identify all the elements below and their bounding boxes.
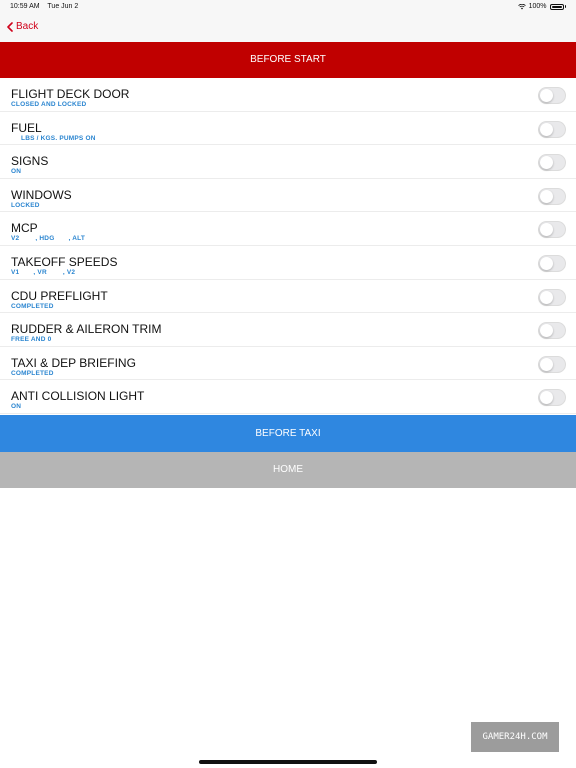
back-label: Back (16, 21, 39, 32)
checklist-row: MCP V2 , HDG , ALT (0, 212, 576, 246)
status-time: 10:59 AM (10, 3, 40, 10)
toggle-knob (540, 324, 553, 338)
battery-icon (549, 3, 564, 10)
checklist-row: ANTI COLLISION LIGHT ON (0, 380, 576, 414)
checklist-toggle[interactable] (538, 187, 566, 205)
checklist-header: BEFORE START (0, 42, 576, 78)
toggle-knob (540, 122, 553, 136)
checklist-item-title: TAXI & DEP BRIEFING (11, 355, 136, 370)
checklist-toggle[interactable] (538, 322, 566, 340)
checklist-item-subtitle: V1 , VR , V2 (11, 268, 76, 276)
checklist-row: FUEL LBS / KGS. PUMPS ON (0, 112, 576, 146)
checklist-row: TAKEOFF SPEEDS V1 , VR , V2 (0, 246, 576, 280)
toggle-knob (540, 290, 553, 304)
before-taxi-button[interactable]: BEFORE TAXI (0, 415, 576, 452)
checklist-item-subtitle: ON (11, 403, 22, 411)
checklist-item-subtitle: V2 , HDG , ALT (11, 235, 86, 243)
checklist-item-title: MCP (11, 221, 38, 236)
checklist-row: FLIGHT DECK DOOR CLOSED AND LOCKED (0, 78, 576, 112)
home-button[interactable]: HOME (0, 452, 576, 488)
checklist-toggle[interactable] (538, 288, 566, 306)
checklist-item-title: FLIGHT DECK DOOR (11, 87, 130, 101)
battery-tip (564, 5, 566, 8)
checklist-item-subtitle: COMPLETED (11, 369, 54, 377)
checklist-toggle[interactable] (538, 154, 566, 172)
checklist-item-subtitle: LOCKED (11, 201, 40, 209)
checklist-item-title: RUDDER & AILERON TRIM (11, 322, 162, 337)
checklist-toggle[interactable] (538, 120, 566, 138)
toggle-knob (540, 156, 553, 170)
checklist-toggle[interactable] (538, 389, 566, 407)
battery-percent: 100% (528, 3, 547, 10)
checklist-item-title: FUEL (11, 120, 42, 135)
toggle-knob (540, 391, 553, 405)
checklist-toggle[interactable] (538, 221, 566, 239)
toggle-knob (540, 357, 553, 371)
toggle-knob (540, 189, 553, 203)
checklist-item-subtitle: FREE AND 0 (11, 336, 52, 344)
status-bar: 10:59 AM Tue Jun 2 100% (0, 0, 576, 14)
checklist-item-title: WINDOWS (11, 187, 72, 202)
checklist-item-title: SIGNS (11, 154, 49, 169)
chevron-left-icon (7, 21, 13, 32)
checklist-row: SIGNS ON (0, 145, 576, 179)
checklist-toggle[interactable] (538, 87, 566, 104)
status-right: 100% (517, 3, 566, 10)
status-left: 10:59 AM Tue Jun 2 (10, 3, 84, 10)
status-date: Tue Jun 2 (47, 3, 79, 10)
watermark: GAMER24H.COM (471, 722, 559, 752)
checklist-item-title: TAKEOFF SPEEDS (11, 254, 118, 269)
checklist-toggle[interactable] (538, 355, 566, 373)
toggle-knob (540, 89, 553, 102)
toggle-knob (540, 256, 553, 270)
checklist: FLIGHT DECK DOOR CLOSED AND LOCKED FUEL LB… (0, 78, 576, 414)
home-indicator (199, 760, 377, 764)
checklist-row: CDU PREFLIGHT COMPLETED (0, 280, 576, 314)
toggle-knob (540, 223, 553, 237)
checklist-item-title: ANTI COLLISION LIGHT (11, 389, 145, 404)
back-button[interactable]: Back (7, 21, 38, 32)
checklist-toggle[interactable] (538, 254, 566, 272)
checklist-item-subtitle: COMPLETED (11, 302, 54, 310)
checklist-row: WINDOWS LOCKED (0, 179, 576, 213)
checklist-item-title: CDU PREFLIGHT (11, 288, 108, 303)
checklist-row: TAXI & DEP BRIEFING COMPLETED (0, 347, 576, 381)
checklist-row: RUDDER & AILERON TRIM FREE AND 0 (0, 313, 576, 347)
nav-bar: Back (0, 14, 576, 42)
checklist-item-subtitle: ON (11, 168, 22, 176)
wifi-icon (517, 3, 526, 9)
checklist-item-subtitle: CLOSED AND LOCKED (11, 101, 87, 108)
checklist-item-subtitle: LBS / KGS. PUMPS ON (11, 134, 96, 142)
